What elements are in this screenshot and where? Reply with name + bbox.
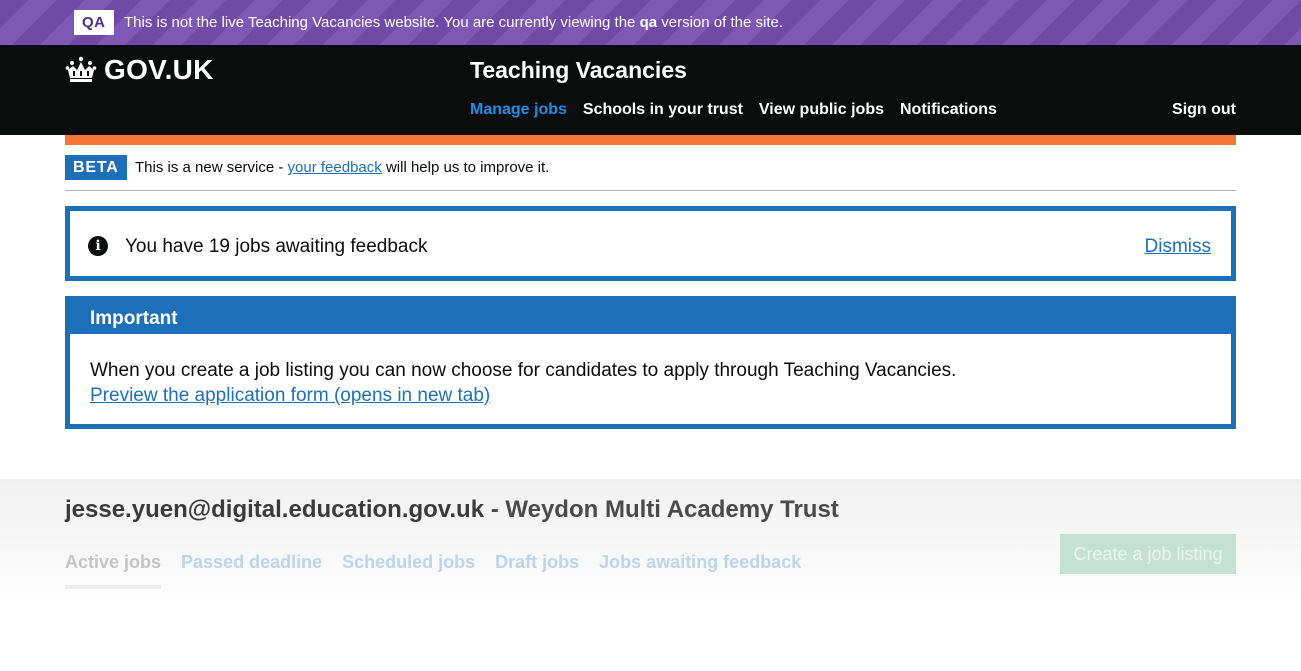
environment-message: This is not the live Teaching Vacancies … (124, 13, 783, 33)
header-accent-stripe (65, 135, 1236, 145)
tab-draft-jobs[interactable]: Draft jobs (495, 551, 579, 589)
tab-active-jobs[interactable]: Active jobs (65, 551, 162, 589)
important-notification: Important When you create a job listing … (65, 296, 1236, 429)
environment-message-suffix: version of the site. (657, 14, 783, 31)
primary-navigation: Manage jobs Schools in your trust View p… (470, 100, 1013, 120)
govuk-logo-link[interactable]: GOV.UK (65, 53, 214, 87)
nav-schools-in-your-trust[interactable]: Schools in your trust (583, 100, 743, 120)
nav-view-public-jobs[interactable]: View public jobs (759, 100, 884, 120)
service-name-link[interactable]: Teaching Vacancies (470, 56, 687, 84)
organisation-name: Weydon Multi Academy Trust (505, 496, 839, 523)
environment-message-prefix: This is not the live Teaching Vacancies … (124, 14, 640, 31)
crown-icon (65, 56, 97, 82)
tab-scheduled-jobs[interactable]: Scheduled jobs (342, 551, 475, 589)
nav-manage-jobs[interactable]: Manage jobs (470, 100, 567, 120)
dashboard-heading: jesse.yuen@digital.education.gov.uk - We… (65, 495, 839, 525)
environment-name: qa (639, 14, 658, 31)
important-header: Important (70, 301, 1231, 334)
user-email: jesse.yuen@digital.education.gov.uk (65, 496, 485, 523)
preview-application-form-link[interactable]: Preview the application form (opens in n… (90, 383, 490, 408)
tab-passed-deadline[interactable]: Passed deadline (181, 551, 322, 589)
beta-message-prefix: This is a new service - (135, 159, 288, 176)
jobs-dashboard: jesse.yuen@digital.education.gov.uk - We… (0, 479, 1301, 671)
jobs-tabs: Active jobs Passed deadline Scheduled jo… (65, 551, 821, 589)
site-header: GOV.UK Teaching Vacancies Manage jobs Sc… (0, 45, 1301, 135)
environment-tag: QA (74, 10, 114, 35)
feedback-link[interactable]: your feedback (288, 159, 382, 176)
nav-notifications[interactable]: Notifications (900, 100, 997, 120)
beta-tag: BETA (65, 155, 127, 180)
create-job-listing-button[interactable]: Create a job listing (1060, 534, 1236, 574)
beta-message: This is a new service - your feedback wi… (135, 158, 549, 178)
important-title: Important (90, 308, 178, 329)
environment-banner: QA This is not the live Teaching Vacanci… (0, 0, 1301, 45)
info-icon: i (88, 236, 108, 256)
tab-jobs-awaiting-feedback[interactable]: Jobs awaiting feedback (599, 551, 801, 589)
logo-text: GOV.UK (104, 54, 214, 85)
beta-banner: BETA This is a new service - your feedba… (65, 155, 1236, 191)
heading-separator: - (484, 496, 506, 523)
dismiss-link[interactable]: Dismiss (1145, 234, 1212, 259)
sign-out-link[interactable]: Sign out (1172, 100, 1236, 120)
notification-text: You have 19 jobs awaiting feedback (125, 236, 428, 257)
important-body: When you create a job listing you can no… (90, 360, 957, 381)
beta-message-suffix: will help us to improve it. (381, 159, 550, 176)
feedback-notification: i You have 19 jobs awaiting feedback Dis… (65, 206, 1236, 281)
